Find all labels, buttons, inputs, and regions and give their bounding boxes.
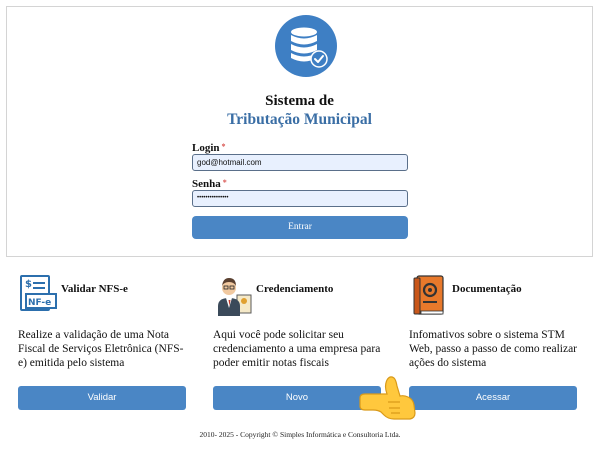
- access-button[interactable]: Acessar: [409, 386, 577, 410]
- database-logo-icon: [275, 15, 337, 77]
- card-description: Aqui você pode solicitar seu credenciame…: [213, 329, 381, 369]
- card-description: Infomativos sobre o sistema STM Web, pas…: [409, 329, 577, 369]
- card-title: Validar NFS-e: [61, 283, 128, 295]
- login-input[interactable]: god@hotmail.com: [192, 154, 408, 171]
- validate-button[interactable]: Validar: [18, 386, 186, 410]
- login-panel: Sistema de Tributação Municipal Login * g…: [6, 6, 593, 257]
- password-label: Senha *: [192, 178, 227, 190]
- svg-text:NF-e: NF-e: [28, 298, 51, 308]
- pointing-hand-icon: [358, 372, 424, 420]
- card-title: Credenciamento: [256, 283, 334, 295]
- new-button[interactable]: Novo: [213, 386, 381, 410]
- card-description: Realize a validação de uma Nota Fiscal d…: [18, 329, 184, 369]
- nfse-document-icon: $ NF-e: [18, 273, 58, 317]
- validate-nfse-card: $ NF-e Validar NFS-e Realize a validação…: [18, 271, 190, 411]
- page-title: Sistema de: [265, 93, 334, 109]
- submit-button[interactable]: Entrar: [192, 216, 408, 239]
- password-input[interactable]: •••••••••••••••: [192, 190, 408, 207]
- manual-book-icon: [409, 273, 449, 317]
- svg-text:$: $: [25, 279, 32, 290]
- page-subtitle: Tributação Municipal: [227, 111, 372, 128]
- login-label-text: Login: [192, 142, 220, 154]
- businessman-icon: [213, 273, 253, 317]
- card-title: Documentação: [452, 283, 522, 295]
- required-marker: *: [222, 178, 227, 187]
- documentation-card: Documentação Infomativos sobre o sistema…: [409, 271, 581, 411]
- password-label-text: Senha: [192, 178, 221, 190]
- login-label: Login *: [192, 142, 226, 154]
- footer-copyright: 2010- 2025 - Copyright © Simples Informá…: [199, 430, 401, 439]
- required-marker: *: [221, 142, 226, 151]
